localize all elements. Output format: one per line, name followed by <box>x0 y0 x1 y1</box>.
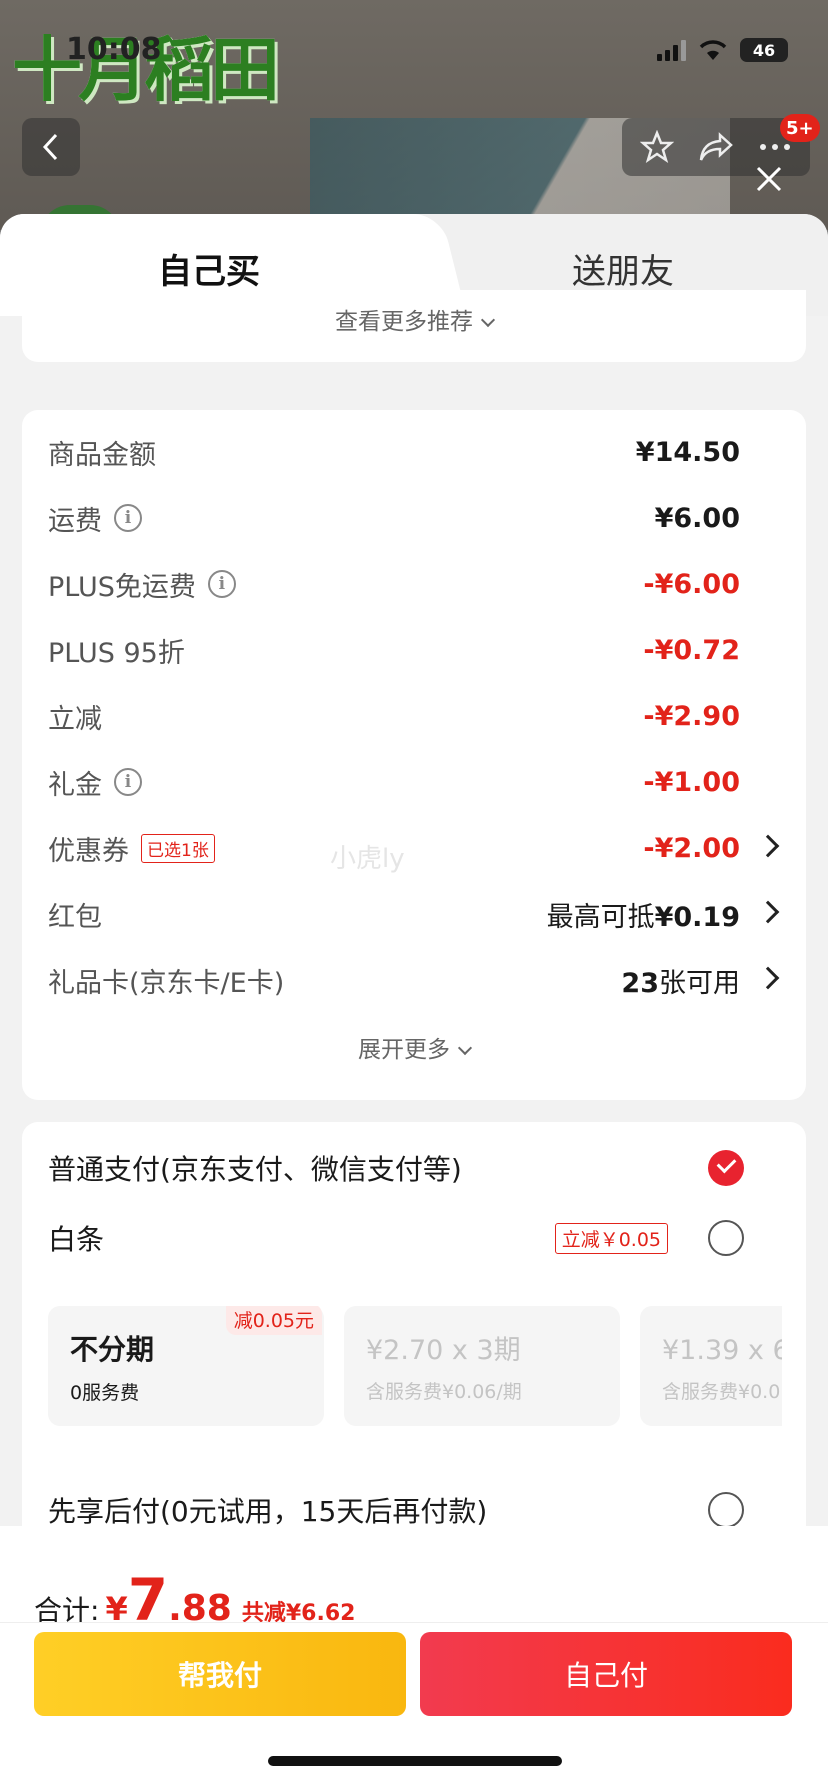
price-row-coupon[interactable]: 优惠券 已选1张 -¥2.00 <box>48 828 780 868</box>
checkout-sheet: 自己买 送朋友 查看更多推荐 商品金额 ¥14.50 运费 i ¥6.00 PLU… <box>0 214 828 1792</box>
row-value: -¥0.72 <box>643 634 740 666</box>
row-label: 运费 <box>48 505 102 537</box>
row-value-prefix: 最高可抵 <box>546 901 655 933</box>
status-time: 10:08 <box>66 32 162 67</box>
pay-option-label: 白条 <box>48 1223 105 1256</box>
back-button[interactable] <box>22 118 80 176</box>
row-value: -¥2.90 <box>643 700 740 732</box>
radio-icon[interactable] <box>708 1492 744 1528</box>
row-label: 礼品卡(京东卡/E卡) <box>48 967 285 999</box>
row-label: PLUS 95折 <box>48 637 185 669</box>
close-icon[interactable] <box>752 162 786 196</box>
battery-icon: 46 <box>740 38 788 62</box>
plan-fee: 0服务费 <box>70 1382 140 1404</box>
pay-option-label: 先享后付(0元试用，15天后再付款) <box>48 1495 488 1528</box>
pay-option-label: 普通支付(京东支付、微信支付等) <box>48 1153 462 1186</box>
info-icon[interactable]: i <box>114 768 142 796</box>
price-detail-card: 商品金额 ¥14.50 运费 i ¥6.00 PLUS免运费 i -¥6.00 PL… <box>22 410 806 1100</box>
more-recommend-link[interactable]: 查看更多推荐 <box>22 302 806 336</box>
price-row-plus-free-shipping: PLUS免运费 i -¥6.00 <box>48 564 780 604</box>
coupon-selected-tag: 已选1张 <box>141 833 215 863</box>
chevron-left-icon <box>42 133 58 161</box>
row-label: 商品金额 <box>48 439 156 471</box>
info-icon[interactable]: i <box>114 504 142 532</box>
row-value: ¥6.00 <box>654 502 740 534</box>
pay-option-baitiao[interactable]: 白条 立减￥0.05 <box>48 1216 780 1260</box>
home-indicator <box>268 1756 562 1766</box>
chevron-right-icon <box>756 834 780 858</box>
row-label: 立减 <box>48 703 102 735</box>
chevron-down-icon <box>480 312 496 328</box>
total-label: 合计: <box>34 1594 100 1627</box>
row-value: -¥2.00 <box>643 832 740 864</box>
row-value: ¥0.19 <box>654 901 740 933</box>
star-icon[interactable] <box>640 130 674 164</box>
tab-gift-friend[interactable]: 送朋友 <box>572 244 674 293</box>
recommend-card: 查看更多推荐 <box>22 290 806 362</box>
checkout-footer: 合计: ¥ 7 .88 共减¥6.62 帮我付 自己付 <box>0 1526 828 1792</box>
info-icon[interactable]: i <box>207 570 236 598</box>
more-icon[interactable] <box>758 142 792 152</box>
plan-discount-badge: 减0.05元 <box>225 1306 322 1335</box>
total-summary: 合计: ¥ 7 .88 共减¥6.62 <box>34 1566 355 1634</box>
wifi-icon <box>699 40 727 60</box>
row-label: 礼金 <box>48 769 102 801</box>
more-recommend-label: 查看更多推荐 <box>335 309 473 335</box>
expand-more-link[interactable]: 展开更多 <box>22 1030 806 1064</box>
price-row-red-packet[interactable]: 红包 最高可抵¥0.19 <box>48 894 780 934</box>
price-row-gift-card[interactable]: 礼品卡(京东卡/E卡) 23张可用 <box>48 960 780 1000</box>
row-label: 红包 <box>48 901 102 933</box>
price-row-shipping: 运费 i ¥6.00 <box>48 498 780 538</box>
row-value: ¥14.50 <box>635 436 740 468</box>
plan-no-installment[interactable]: 不分期 0服务费 减0.05元 <box>48 1306 324 1426</box>
plan-title: ¥2.70 x 3期 <box>366 1335 521 1366</box>
help-me-pay-button[interactable]: 帮我付 <box>34 1632 406 1716</box>
row-label: PLUS免运费 <box>48 571 196 603</box>
row-label: 优惠券 <box>48 835 129 867</box>
signal-icon <box>657 39 686 61</box>
installment-plans: 不分期 0服务费 减0.05元 ¥2.70 x 3期 含服务费¥0.06/期 ¥… <box>48 1306 782 1426</box>
total-amount-int: 7 <box>127 1566 169 1634</box>
row-value: -¥6.00 <box>643 568 740 600</box>
background-page: 十月稻田 10:08 46 5+ <box>0 0 828 230</box>
row-value: -¥1.00 <box>643 766 740 798</box>
row-value-suffix: 张可用 <box>659 967 740 999</box>
plan-title: ¥1.39 x 6期 <box>662 1335 782 1366</box>
price-row-instant-off: 立减 -¥2.90 <box>48 696 780 736</box>
tab-buy-self[interactable]: 自己买 <box>158 244 260 293</box>
baitiao-discount-tag: 立减￥0.05 <box>554 1222 668 1254</box>
plan-fee: 含服务费¥0.06/期 <box>366 1381 522 1403</box>
divider <box>0 1622 828 1623</box>
price-row-gift-money: 礼金 i -¥1.00 <box>48 762 780 802</box>
pay-myself-button[interactable]: 自己付 <box>420 1632 792 1716</box>
chevron-right-icon <box>756 900 780 924</box>
plan-3-installments[interactable]: ¥2.70 x 3期 含服务费¥0.06/期 <box>344 1306 620 1426</box>
plan-fee: 含服务费¥0.0 <box>662 1381 781 1403</box>
pay-option-normal[interactable]: 普通支付(京东支付、微信支付等) <box>48 1146 780 1190</box>
row-value: 23 <box>621 967 659 999</box>
expand-more-label: 展开更多 <box>358 1037 450 1063</box>
payment-method-card: 普通支付(京东支付、微信支付等) 白条 立减￥0.05 不分期 0服务费 减0.… <box>22 1122 806 1592</box>
notification-badge: 5+ <box>780 114 820 142</box>
battery-level: 46 <box>752 40 776 60</box>
radio-checked-icon[interactable] <box>708 1150 744 1186</box>
price-row-goods: 商品金额 ¥14.50 <box>48 432 780 472</box>
chevron-down-icon <box>457 1040 473 1056</box>
price-row-plus-discount: PLUS 95折 -¥0.72 <box>48 630 780 670</box>
plan-6-installments[interactable]: ¥1.39 x 6期 含服务费¥0.0 <box>640 1306 782 1426</box>
chevron-right-icon <box>756 966 780 990</box>
share-icon[interactable] <box>698 131 734 163</box>
radio-icon[interactable] <box>708 1220 744 1256</box>
watermark: 小虎ly <box>330 844 405 874</box>
status-icons: 46 <box>657 38 788 62</box>
